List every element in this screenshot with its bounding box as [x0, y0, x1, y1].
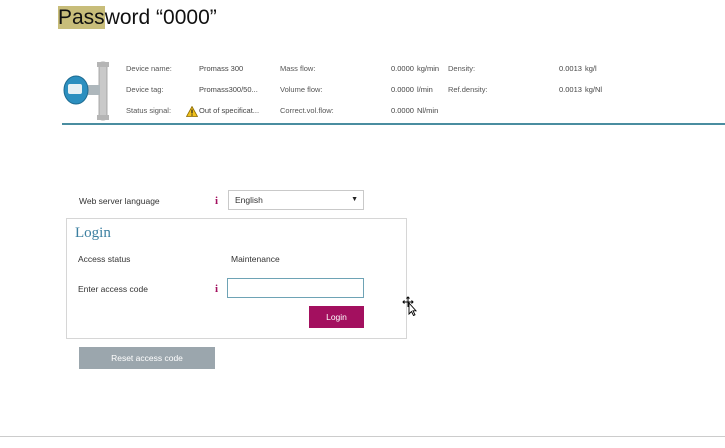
- device-name-value: Promass 300: [199, 64, 244, 73]
- login-button[interactable]: Login: [309, 306, 364, 328]
- mass-flow-unit: kg/min: [417, 64, 440, 73]
- header-divider: [62, 123, 725, 125]
- corr-vol-flow-value: 0.0000: [391, 106, 414, 115]
- access-code-input[interactable]: [227, 278, 364, 298]
- login-title: Login: [75, 225, 111, 241]
- volume-flow-value: 0.0000: [391, 85, 414, 94]
- device-tag-label: Device tag:: [126, 85, 164, 94]
- device-tag-value: Promass300/50...: [199, 85, 258, 94]
- status-signal-value: Out of specificat...: [199, 106, 260, 115]
- reset-access-code-button[interactable]: Reset access code: [79, 347, 215, 369]
- ref-density-value: 0.0013: [559, 85, 582, 94]
- access-status-label: Access status: [78, 254, 131, 264]
- ref-density-unit: kg/Nl: [585, 85, 603, 94]
- volume-flow-unit: l/min: [417, 85, 433, 94]
- corr-vol-flow-unit: Nl/min: [417, 106, 439, 115]
- access-status-value: Maintenance: [231, 254, 280, 264]
- density-label: Density:: [448, 64, 476, 73]
- access-code-label: Enter access code: [78, 284, 148, 294]
- language-selected-value: English: [235, 195, 263, 205]
- language-info-icon[interactable]: i: [212, 195, 221, 207]
- language-select[interactable]: English ▼: [228, 190, 364, 210]
- warning-icon: [185, 104, 199, 117]
- status-signal-label: Status signal:: [126, 106, 172, 115]
- density-value: 0.0013: [559, 64, 582, 73]
- title-highlight: Pass: [58, 6, 105, 29]
- page-title: Password “0000”: [58, 6, 217, 30]
- flowmeter-device-icon: [62, 60, 118, 122]
- device-name-label: Device name:: [126, 64, 172, 73]
- mass-flow-label: Mass flow:: [280, 64, 316, 73]
- access-code-info-icon[interactable]: i: [212, 283, 221, 295]
- chevron-down-icon: ▼: [351, 196, 358, 203]
- corr-vol-flow-label: Correct.vol.flow:: [280, 106, 334, 115]
- mass-flow-value: 0.0000: [391, 64, 414, 73]
- density-unit: kg/l: [585, 64, 597, 73]
- move-cursor-icon: [402, 296, 418, 317]
- language-label: Web server language: [79, 196, 160, 206]
- title-rest: word “0000”: [104, 6, 217, 29]
- ref-density-label: Ref.density:: [448, 85, 488, 94]
- bottom-divider: [0, 436, 725, 437]
- volume-flow-label: Volume flow:: [280, 85, 323, 94]
